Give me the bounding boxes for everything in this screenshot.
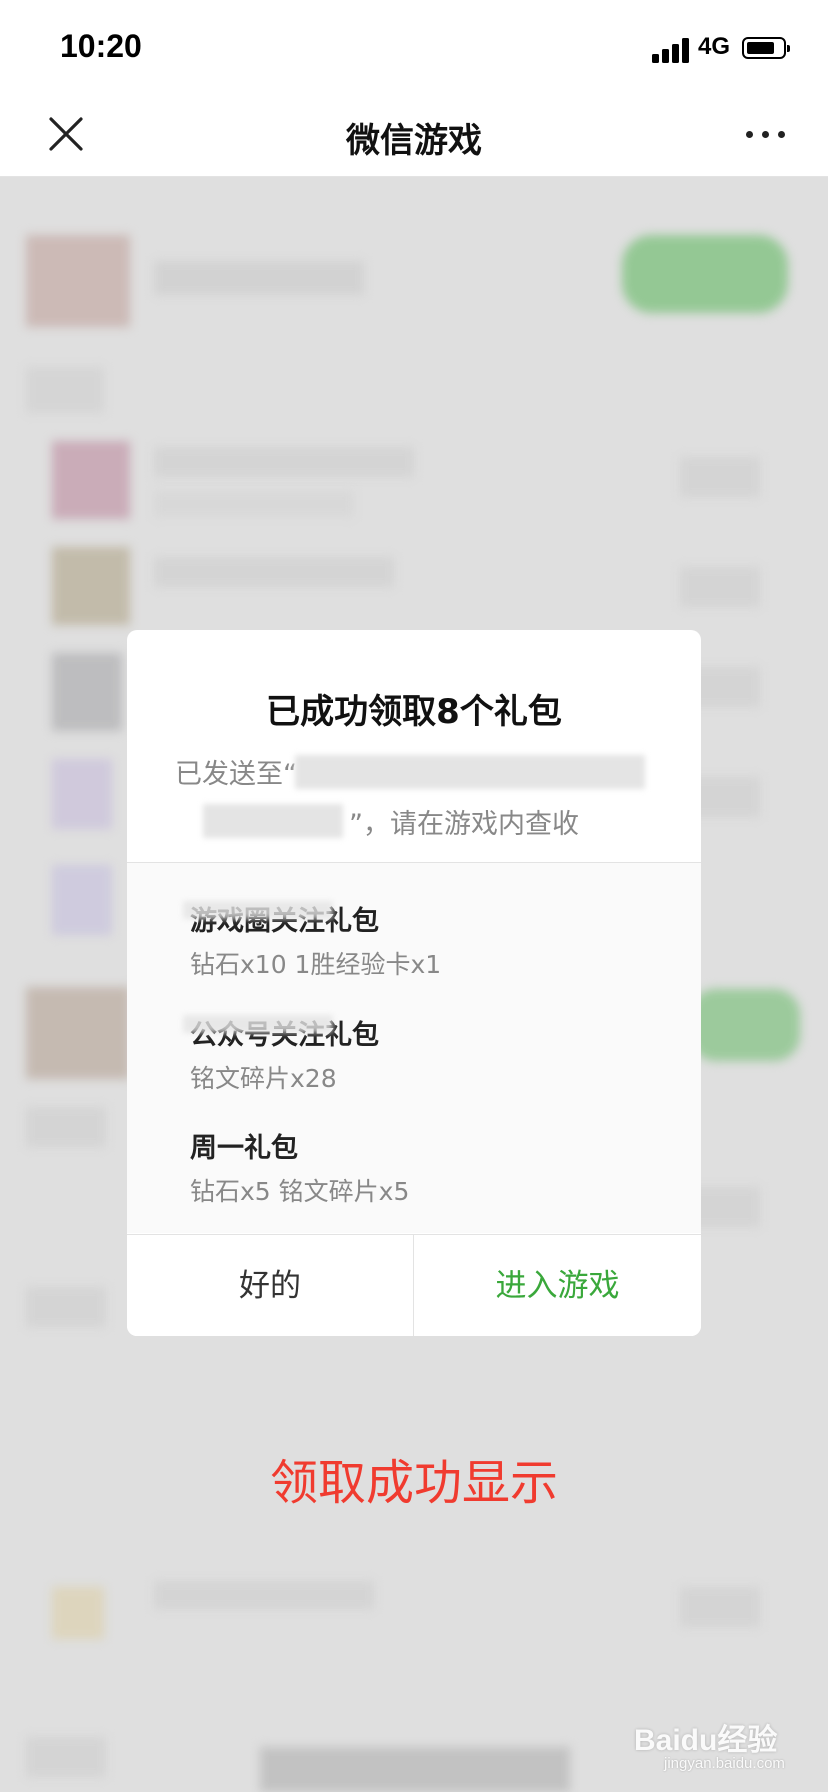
redacted-gift-name (183, 1015, 333, 1033)
gift-detail: 铭文碎片x28 (190, 1064, 337, 1093)
redacted-gift-name (183, 901, 333, 919)
annotation-caption: 领取成功显示 (269, 1455, 558, 1511)
gift-detail: 钻石x10 1胜经验卡x1 (190, 950, 442, 979)
status-time: 10:20 (60, 28, 142, 64)
redacted-account-name-2 (203, 804, 343, 838)
dialog-title: 已成功领取8个礼包 (266, 692, 562, 732)
baidu-jingyan-watermark: Baidu经验 jingyan.baidu.com (634, 1715, 814, 1781)
network-label: 4G (698, 33, 731, 60)
status-bar: 10:20 4G (0, 0, 828, 96)
subtitle-suffix: ”，请在游戏内查收 (349, 809, 579, 840)
gift-detail: 钻石x5 铭文碎片x5 (190, 1177, 410, 1206)
watermark-logo-text: Baidu经验 (634, 1724, 778, 1757)
dialog-header: 已成功领取8个礼包 已发送至“ ”，请在游戏内查收 (127, 630, 701, 863)
more-button[interactable] (740, 108, 792, 160)
dialog-footer: 好的 进入游戏 (127, 1234, 701, 1336)
subtitle-prefix: 已发送至“ (175, 759, 297, 790)
gift-list: 游戏圈关注礼包 钻石x10 1胜经验卡x1 公众号关注礼包 铭文碎片x28 周一… (127, 863, 701, 1233)
ok-button[interactable]: 好的 (127, 1235, 414, 1336)
watermark-url: jingyan.baidu.com (664, 1755, 785, 1772)
signal-icon (652, 37, 692, 63)
enter-game-button[interactable]: 进入游戏 (414, 1235, 701, 1336)
battery-icon (742, 37, 790, 59)
dialog-subtitle-line2: ”，请在游戏内查收 (349, 802, 579, 841)
gift-claim-dialog: 已成功领取8个礼包 已发送至“ ”，请在游戏内查收 游戏圈关注礼包 钻石x10 … (127, 630, 701, 1336)
page-title: 微信游戏 (346, 121, 482, 161)
nav-bar: 微信游戏 (0, 96, 828, 177)
gift-name: 周一礼包 (190, 1133, 298, 1164)
redacted-account-name (295, 755, 645, 789)
